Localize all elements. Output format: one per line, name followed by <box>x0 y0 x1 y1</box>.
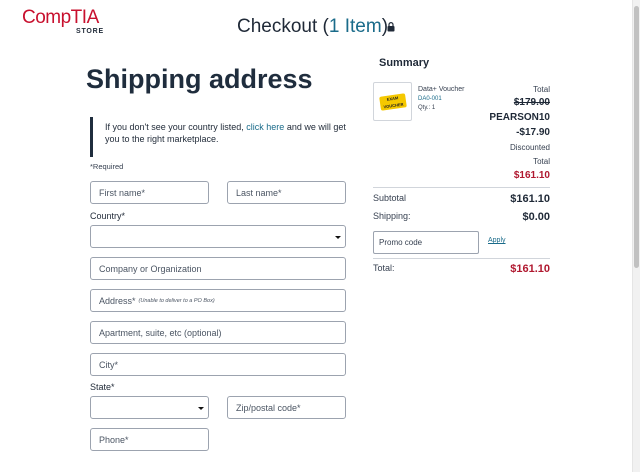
zip-field[interactable]: Zip/postal code* <box>227 396 346 419</box>
summary-divider <box>373 258 550 259</box>
checkout-label: Checkout ( <box>237 16 329 37</box>
state-label: State* <box>90 382 115 392</box>
required-note: *Required <box>90 162 124 171</box>
promo-code-placeholder: Promo code <box>379 238 423 247</box>
last-name-placeholder: Last name* <box>236 187 282 198</box>
subtotal-value: $161.10 <box>510 193 550 205</box>
subtotal-label: Subtotal <box>373 193 407 203</box>
chevron-down-icon <box>198 407 204 410</box>
line-total-label: Total <box>533 85 550 94</box>
apartment-field[interactable]: Apartment, suite, etc (optional) <box>90 321 346 344</box>
chevron-down-icon <box>335 236 341 239</box>
grand-total-label: Total: <box>373 263 395 273</box>
company-field[interactable]: Company or Organization <box>90 257 346 280</box>
product-sku: DA0-001 <box>418 96 442 102</box>
address-field[interactable]: Address* (Unable to deliver to a PO Box) <box>90 289 346 312</box>
address-placeholder: Address* <box>99 295 136 306</box>
item-count: 1 Item <box>328 16 382 37</box>
product-qty: Qty.: 1 <box>418 105 436 111</box>
voucher-image: EXAM VOUCHER <box>373 82 412 121</box>
phone-placeholder: Phone* <box>99 434 129 445</box>
promo-code-input[interactable]: Promo code <box>373 231 479 254</box>
logo-subtext: STORE <box>76 28 104 35</box>
page-scrollbar[interactable] <box>632 0 640 472</box>
city-field[interactable]: City* <box>90 353 346 376</box>
summary-title: Summary <box>379 57 430 69</box>
voucher-ticket-graphic: EXAM VOUCHER <box>379 93 407 111</box>
scrollbar-thumb[interactable] <box>634 6 639 268</box>
discount-amount: -$17.90 <box>516 127 550 138</box>
comptia-store-logo[interactable]: CompTIA STORE <box>22 8 112 38</box>
country-notice: If you don't see your country listed, cl… <box>90 117 348 157</box>
phone-field[interactable]: Phone* <box>90 428 209 451</box>
grand-total-value: $161.10 <box>510 263 550 275</box>
company-placeholder: Company or Organization <box>99 263 202 274</box>
checkout-title: Checkout (1 Item) <box>237 16 388 38</box>
discounted-label: Discounted <box>509 143 550 152</box>
apartment-placeholder: Apartment, suite, etc (optional) <box>99 327 222 338</box>
apply-promo-link[interactable]: Apply <box>488 237 506 244</box>
country-label: Country* <box>90 211 126 221</box>
logo-text: CompTIA <box>22 7 99 28</box>
summary-divider <box>373 187 550 188</box>
applied-promo-code: PEARSON10 <box>489 112 550 123</box>
discounted-total-label: Total <box>533 157 550 166</box>
address-hint: (Unable to deliver to a PO Box) <box>138 297 215 304</box>
country-select[interactable] <box>90 225 346 248</box>
shipping-value: $0.00 <box>522 211 550 223</box>
zip-placeholder: Zip/postal code* <box>236 402 301 413</box>
country-click-here-link[interactable]: click here <box>246 122 284 132</box>
first-name-placeholder: First name* <box>99 187 146 198</box>
notice-text-before: If you don't see your country listed, <box>105 122 247 132</box>
product-name: Data+ Voucher <box>418 86 465 93</box>
state-select[interactable] <box>90 396 209 419</box>
original-price: $179.00 <box>513 97 550 108</box>
city-placeholder: City* <box>99 359 119 370</box>
lock-icon <box>387 22 395 32</box>
last-name-field[interactable]: Last name* <box>227 181 346 204</box>
first-name-field[interactable]: First name* <box>90 181 209 204</box>
shipping-heading: Shipping address <box>86 64 313 94</box>
shipping-label: Shipping: <box>373 211 411 221</box>
discounted-price: $161.10 <box>513 170 550 181</box>
